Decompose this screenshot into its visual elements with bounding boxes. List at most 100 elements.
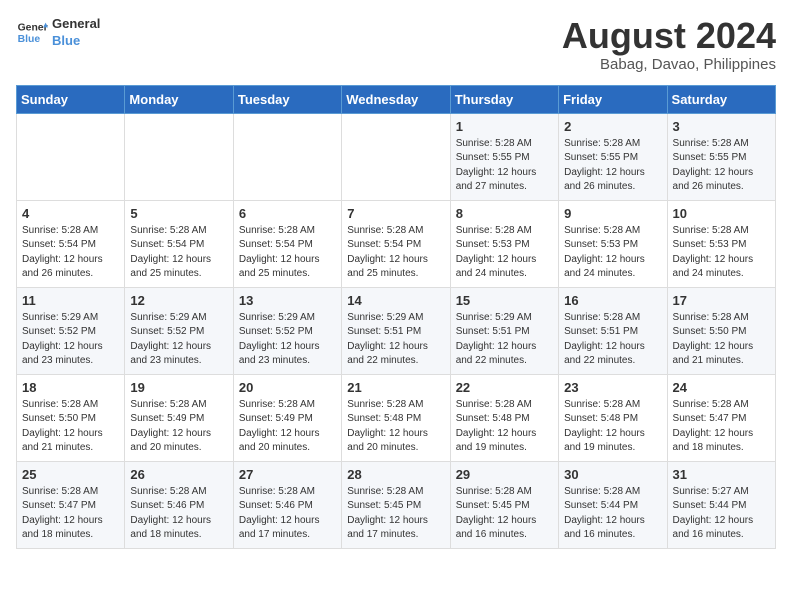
day-info: Sunrise: 5:28 AM Sunset: 5:50 PM Dayligh… (673, 311, 770, 369)
day-info: Sunrise: 5:28 AM Sunset: 5:54 PM Dayligh… (22, 224, 119, 282)
day-info: Sunrise: 5:28 AM Sunset: 5:54 PM Dayligh… (347, 224, 444, 282)
weekday-header-row: SundayMondayTuesdayWednesdayThursdayFrid… (17, 85, 776, 113)
day-info: Sunrise: 5:28 AM Sunset: 5:53 PM Dayligh… (673, 224, 770, 282)
calendar-header: SundayMondayTuesdayWednesdayThursdayFrid… (17, 85, 776, 113)
day-info: Sunrise: 5:28 AM Sunset: 5:44 PM Dayligh… (564, 485, 661, 543)
calendar-cell: 1Sunrise: 5:28 AM Sunset: 5:55 PM Daylig… (450, 113, 558, 200)
calendar-cell: 4 Sunrise: 5:28 AM Sunset: 5:54 PM Daylig… (17, 200, 125, 287)
calendar-cell: 9Sunrise: 5:28 AM Sunset: 5:53 PM Daylig… (559, 200, 667, 287)
calendar-cell: 7 Sunrise: 5:28 AM Sunset: 5:54 PM Daylig… (342, 200, 450, 287)
calendar-cell: 25 Sunrise: 5:28 AM Sunset: 5:47 PM Dayli… (17, 461, 125, 548)
day-info: Sunrise: 5:28 AM Sunset: 5:49 PM Dayligh… (130, 398, 227, 456)
day-info: Sunrise: 5:28 AM Sunset: 5:51 PM Dayligh… (564, 311, 661, 369)
weekday-header-wednesday: Wednesday (342, 85, 450, 113)
calendar-week-3: 11 Sunrise: 5:29 AM Sunset: 5:52 PM Dayli… (17, 287, 776, 374)
day-number: 29 (456, 467, 553, 482)
day-number: 21 (347, 380, 444, 395)
calendar-week-5: 25 Sunrise: 5:28 AM Sunset: 5:47 PM Dayli… (17, 461, 776, 548)
day-number: 6 (239, 206, 336, 221)
day-info: Sunrise: 5:28 AM Sunset: 5:55 PM Dayligh… (673, 137, 770, 195)
calendar-cell: 8 Sunrise: 5:28 AM Sunset: 5:53 PM Daylig… (450, 200, 558, 287)
day-info: Sunrise: 5:29 AM Sunset: 5:51 PM Dayligh… (456, 311, 553, 369)
calendar-cell: 30 Sunrise: 5:28 AM Sunset: 5:44 PM Dayli… (559, 461, 667, 548)
day-number: 24 (673, 380, 770, 395)
day-info: Sunrise: 5:28 AM Sunset: 5:48 PM Dayligh… (564, 398, 661, 456)
day-info: Sunrise: 5:28 AM Sunset: 5:49 PM Dayligh… (239, 398, 336, 456)
day-info: Sunrise: 5:28 AM Sunset: 5:47 PM Dayligh… (673, 398, 770, 456)
day-number: 13 (239, 293, 336, 308)
weekday-header-thursday: Thursday (450, 85, 558, 113)
logo-blue: Blue (52, 33, 100, 50)
calendar-cell: 27Sunrise: 5:28 AM Sunset: 5:46 PM Dayli… (233, 461, 341, 548)
calendar-cell: 16 Sunrise: 5:28 AM Sunset: 5:51 PM Dayli… (559, 287, 667, 374)
day-info: Sunrise: 5:29 AM Sunset: 5:51 PM Dayligh… (347, 311, 444, 369)
day-number: 25 (22, 467, 119, 482)
calendar-cell: 12Sunrise: 5:29 AM Sunset: 5:52 PM Dayli… (125, 287, 233, 374)
calendar-cell: 19 Sunrise: 5:28 AM Sunset: 5:49 PM Dayli… (125, 374, 233, 461)
day-number: 17 (673, 293, 770, 308)
page-header: General Blue General Blue August 2024 Ba… (16, 16, 776, 73)
calendar-cell: 5 Sunrise: 5:28 AM Sunset: 5:54 PM Daylig… (125, 200, 233, 287)
logo-icon: General Blue (16, 19, 48, 47)
calendar-cell (233, 113, 341, 200)
day-number: 1 (456, 119, 553, 134)
day-number: 7 (347, 206, 444, 221)
day-info: Sunrise: 5:28 AM Sunset: 5:54 PM Dayligh… (239, 224, 336, 282)
day-info: Sunrise: 5:28 AM Sunset: 5:55 PM Dayligh… (564, 137, 661, 195)
day-info: Sunrise: 5:28 AM Sunset: 5:53 PM Dayligh… (456, 224, 553, 282)
day-info: Sunrise: 5:28 AM Sunset: 5:54 PM Dayligh… (130, 224, 227, 282)
day-info: Sunrise: 5:28 AM Sunset: 5:53 PM Dayligh… (564, 224, 661, 282)
day-number: 4 (22, 206, 119, 221)
day-info: Sunrise: 5:28 AM Sunset: 5:48 PM Dayligh… (456, 398, 553, 456)
day-number: 14 (347, 293, 444, 308)
day-info: Sunrise: 5:28 AM Sunset: 5:46 PM Dayligh… (130, 485, 227, 543)
calendar-body: 1 Sunrise: 5:28 AM Sunset: 5:55 PM Daylig… (17, 113, 776, 548)
day-number: 16 (564, 293, 661, 308)
calendar-cell: 31Sunrise: 5:27 AM Sunset: 5:44 PM Dayli… (667, 461, 775, 548)
logo-general: General (52, 16, 100, 33)
day-number: 18 (22, 380, 119, 395)
day-number: 5 (130, 206, 227, 221)
day-number: 2 (564, 119, 661, 134)
calendar-cell: 18Sunrise: 5:28 AM Sunset: 5:50 PM Dayli… (17, 374, 125, 461)
calendar-cell: 24 Sunrise: 5:28 AM Sunset: 5:47 PM Dayli… (667, 374, 775, 461)
calendar-cell (342, 113, 450, 200)
calendar-cell: 14 Sunrise: 5:29 AM Sunset: 5:51 PM Dayli… (342, 287, 450, 374)
calendar-cell: 17 Sunrise: 5:28 AM Sunset: 5:50 PM Dayli… (667, 287, 775, 374)
day-number: 30 (564, 467, 661, 482)
calendar-cell: 15 Sunrise: 5:29 AM Sunset: 5:51 PM Dayli… (450, 287, 558, 374)
calendar-cell: 20Sunrise: 5:28 AM Sunset: 5:49 PM Dayli… (233, 374, 341, 461)
day-info: Sunrise: 5:28 AM Sunset: 5:45 PM Dayligh… (347, 485, 444, 543)
day-info: Sunrise: 5:28 AM Sunset: 5:47 PM Dayligh… (22, 485, 119, 543)
weekday-header-saturday: Saturday (667, 85, 775, 113)
day-info: Sunrise: 5:29 AM Sunset: 5:52 PM Dayligh… (130, 311, 227, 369)
day-number: 8 (456, 206, 553, 221)
weekday-header-sunday: Sunday (17, 85, 125, 113)
day-info: Sunrise: 5:29 AM Sunset: 5:52 PM Dayligh… (239, 311, 336, 369)
calendar-cell: 2 Sunrise: 5:28 AM Sunset: 5:55 PM Daylig… (559, 113, 667, 200)
calendar-cell (17, 113, 125, 200)
day-number: 23 (564, 380, 661, 395)
calendar-cell: 11 Sunrise: 5:29 AM Sunset: 5:52 PM Dayli… (17, 287, 125, 374)
day-number: 3 (673, 119, 770, 134)
weekday-header-friday: Friday (559, 85, 667, 113)
day-number: 19 (130, 380, 227, 395)
calendar-cell: 13 Sunrise: 5:29 AM Sunset: 5:52 PM Dayli… (233, 287, 341, 374)
day-number: 11 (22, 293, 119, 308)
title-block: August 2024 Babag, Davao, Philippines (562, 16, 776, 73)
calendar-cell: 21 Sunrise: 5:28 AM Sunset: 5:48 PM Dayli… (342, 374, 450, 461)
calendar-cell: 28Sunrise: 5:28 AM Sunset: 5:45 PM Dayli… (342, 461, 450, 548)
calendar-cell: 6 Sunrise: 5:28 AM Sunset: 5:54 PM Daylig… (233, 200, 341, 287)
day-info: Sunrise: 5:29 AM Sunset: 5:52 PM Dayligh… (22, 311, 119, 369)
svg-text:Blue: Blue (18, 34, 41, 45)
calendar-cell: 3 Sunrise: 5:28 AM Sunset: 5:55 PM Daylig… (667, 113, 775, 200)
day-info: Sunrise: 5:28 AM Sunset: 5:48 PM Dayligh… (347, 398, 444, 456)
calendar-cell: 10Sunrise: 5:28 AM Sunset: 5:53 PM Dayli… (667, 200, 775, 287)
calendar-week-1: 1 Sunrise: 5:28 AM Sunset: 5:55 PM Daylig… (17, 113, 776, 200)
day-number: 22 (456, 380, 553, 395)
calendar-cell: 22 Sunrise: 5:28 AM Sunset: 5:48 PM Dayli… (450, 374, 558, 461)
calendar-week-2: 4 Sunrise: 5:28 AM Sunset: 5:54 PM Daylig… (17, 200, 776, 287)
day-number: 15 (456, 293, 553, 308)
svg-text:General: General (18, 22, 48, 33)
calendar-cell: 23 Sunrise: 5:28 AM Sunset: 5:48 PM Dayli… (559, 374, 667, 461)
